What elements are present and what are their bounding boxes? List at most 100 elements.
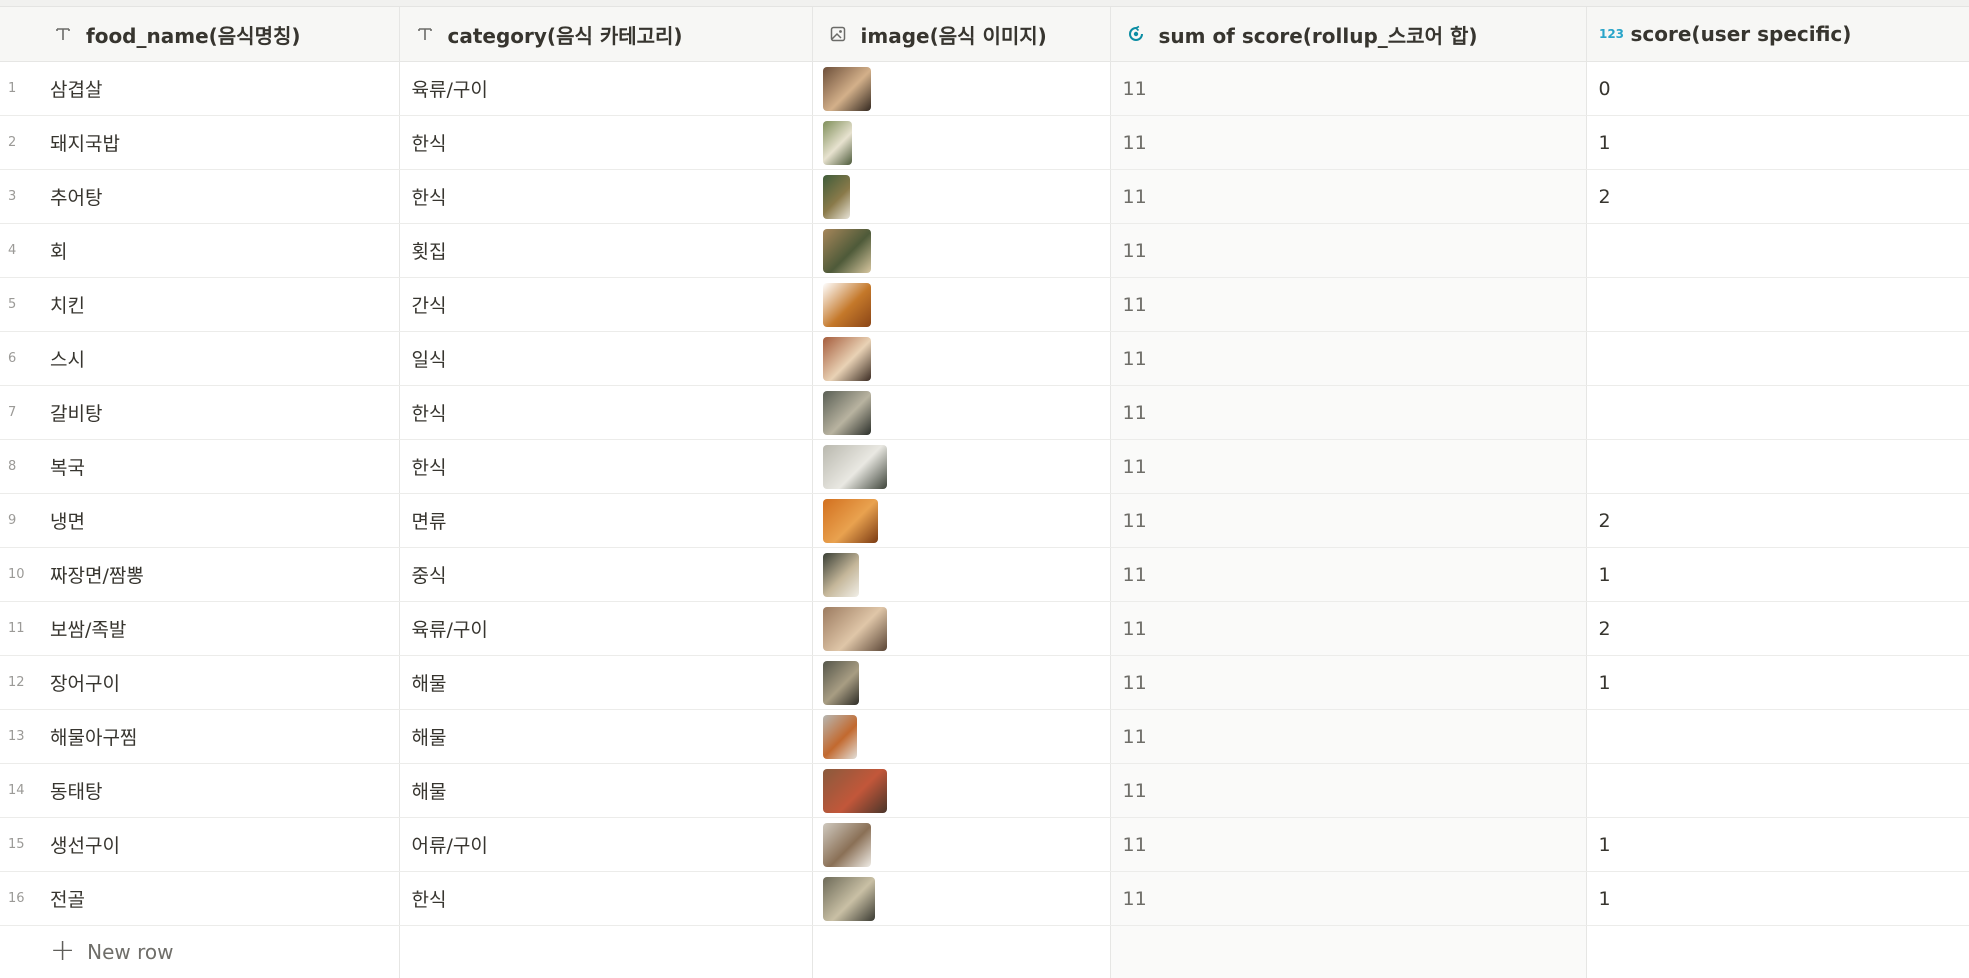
table-row[interactable]: 15생선구이어류/구이111 [0, 818, 1969, 872]
cell-image[interactable] [812, 116, 1110, 170]
cell-food-name[interactable]: 9냉면 [0, 494, 399, 548]
cell-food-name[interactable]: 6스시 [0, 332, 399, 386]
table-row[interactable]: 4회횟집11 [0, 224, 1969, 278]
cell-food-name[interactable]: 14동태탕 [0, 764, 399, 818]
cell-food-name[interactable]: 11보쌈/족발 [0, 602, 399, 656]
cell-category[interactable]: 어류/구이 [399, 818, 812, 872]
food-thumbnail-image[interactable] [823, 121, 852, 165]
cell-food-name[interactable]: 5치킨 [0, 278, 399, 332]
cell-category[interactable]: 육류/구이 [399, 602, 812, 656]
table-row[interactable]: 7갈비탕한식11 [0, 386, 1969, 440]
cell-score[interactable]: 0 [1586, 62, 1969, 116]
cell-image[interactable] [812, 440, 1110, 494]
cell-food-name[interactable]: 4회 [0, 224, 399, 278]
cell-food-name[interactable]: 13해물아구찜 [0, 710, 399, 764]
column-header-score[interactable]: 123 score(user specific) [1586, 7, 1969, 62]
cell-category[interactable]: 해물 [399, 710, 812, 764]
cell-food-name[interactable]: 10짜장면/짬뽕 [0, 548, 399, 602]
food-thumbnail-image[interactable] [823, 661, 859, 705]
table-row[interactable]: 13해물아구찜해물11 [0, 710, 1969, 764]
cell-food-name[interactable]: 16전골 [0, 872, 399, 926]
food-thumbnail-image[interactable] [823, 553, 859, 597]
cell-image[interactable] [812, 548, 1110, 602]
cell-score[interactable]: 2 [1586, 602, 1969, 656]
cell-category[interactable]: 한식 [399, 116, 812, 170]
cell-category[interactable]: 한식 [399, 440, 812, 494]
food-thumbnail-image[interactable] [823, 445, 887, 489]
food-thumbnail-image[interactable] [823, 715, 857, 759]
cell-category[interactable]: 한식 [399, 872, 812, 926]
column-header-image[interactable]: image(음식 이미지) [812, 7, 1110, 62]
table-row[interactable]: 12장어구이해물111 [0, 656, 1969, 710]
table-row[interactable]: 3추어탕한식112 [0, 170, 1969, 224]
table-row[interactable]: 6스시일식11 [0, 332, 1969, 386]
food-thumbnail-image[interactable] [823, 769, 887, 813]
cell-food-name[interactable]: 2돼지국밥 [0, 116, 399, 170]
cell-score[interactable] [1586, 386, 1969, 440]
cell-score[interactable]: 1 [1586, 548, 1969, 602]
column-header-sum-of-score[interactable]: sum of score(rollup_스코어 합) [1110, 7, 1586, 62]
cell-score[interactable]: 1 [1586, 872, 1969, 926]
cell-image[interactable] [812, 602, 1110, 656]
table-row[interactable]: 11보쌈/족발육류/구이112 [0, 602, 1969, 656]
cell-category[interactable]: 일식 [399, 332, 812, 386]
cell-image[interactable] [812, 710, 1110, 764]
table-row[interactable]: 1삼겹살육류/구이110 [0, 62, 1969, 116]
table-row[interactable]: 9냉면면류112 [0, 494, 1969, 548]
cell-image[interactable] [812, 764, 1110, 818]
cell-category[interactable]: 중식 [399, 548, 812, 602]
table-row[interactable]: 14동태탕해물11 [0, 764, 1969, 818]
cell-score[interactable] [1586, 440, 1969, 494]
table-row[interactable]: 10짜장면/짬뽕중식111 [0, 548, 1969, 602]
table-row[interactable]: 2돼지국밥한식111 [0, 116, 1969, 170]
cell-image[interactable] [812, 224, 1110, 278]
cell-image[interactable] [812, 62, 1110, 116]
cell-image[interactable] [812, 494, 1110, 548]
cell-image[interactable] [812, 332, 1110, 386]
cell-food-name[interactable]: 7갈비탕 [0, 386, 399, 440]
cell-score[interactable] [1586, 278, 1969, 332]
cell-category[interactable]: 간식 [399, 278, 812, 332]
cell-image[interactable] [812, 278, 1110, 332]
cell-score[interactable]: 1 [1586, 116, 1969, 170]
food-thumbnail-image[interactable] [823, 607, 887, 651]
cell-score[interactable]: 2 [1586, 494, 1969, 548]
cell-food-name[interactable]: 1삼겹살 [0, 62, 399, 116]
cell-score[interactable] [1586, 224, 1969, 278]
cell-score[interactable] [1586, 764, 1969, 818]
cell-score[interactable]: 1 [1586, 818, 1969, 872]
food-thumbnail-image[interactable] [823, 499, 878, 543]
table-row[interactable]: 8복국한식11 [0, 440, 1969, 494]
new-row-button[interactable]: + New row [0, 926, 399, 978]
food-thumbnail-image[interactable] [823, 67, 871, 111]
cell-category[interactable]: 한식 [399, 386, 812, 440]
cell-image[interactable] [812, 386, 1110, 440]
table-row[interactable]: 5치킨간식11 [0, 278, 1969, 332]
cell-score[interactable] [1586, 332, 1969, 386]
cell-food-name[interactable]: 12장어구이 [0, 656, 399, 710]
food-thumbnail-image[interactable] [823, 337, 871, 381]
food-thumbnail-image[interactable] [823, 229, 871, 273]
cell-score[interactable]: 1 [1586, 656, 1969, 710]
cell-category[interactable]: 횟집 [399, 224, 812, 278]
cell-image[interactable] [812, 170, 1110, 224]
cell-image[interactable] [812, 656, 1110, 710]
cell-category[interactable]: 면류 [399, 494, 812, 548]
cell-image[interactable] [812, 872, 1110, 926]
cell-category[interactable]: 해물 [399, 656, 812, 710]
cell-food-name[interactable]: 15생선구이 [0, 818, 399, 872]
cell-category[interactable]: 한식 [399, 170, 812, 224]
column-header-food-name[interactable]: food_name(음식명칭) [0, 7, 399, 62]
cell-image[interactable] [812, 818, 1110, 872]
column-header-category[interactable]: category(음식 카테고리) [399, 7, 812, 62]
cell-category[interactable]: 해물 [399, 764, 812, 818]
food-thumbnail-image[interactable] [823, 877, 875, 921]
cell-food-name[interactable]: 8복국 [0, 440, 399, 494]
cell-category[interactable]: 육류/구이 [399, 62, 812, 116]
food-thumbnail-image[interactable] [823, 823, 871, 867]
food-thumbnail-image[interactable] [823, 175, 850, 219]
food-thumbnail-image[interactable] [823, 283, 871, 327]
cell-food-name[interactable]: 3추어탕 [0, 170, 399, 224]
cell-score[interactable] [1586, 710, 1969, 764]
cell-score[interactable]: 2 [1586, 170, 1969, 224]
